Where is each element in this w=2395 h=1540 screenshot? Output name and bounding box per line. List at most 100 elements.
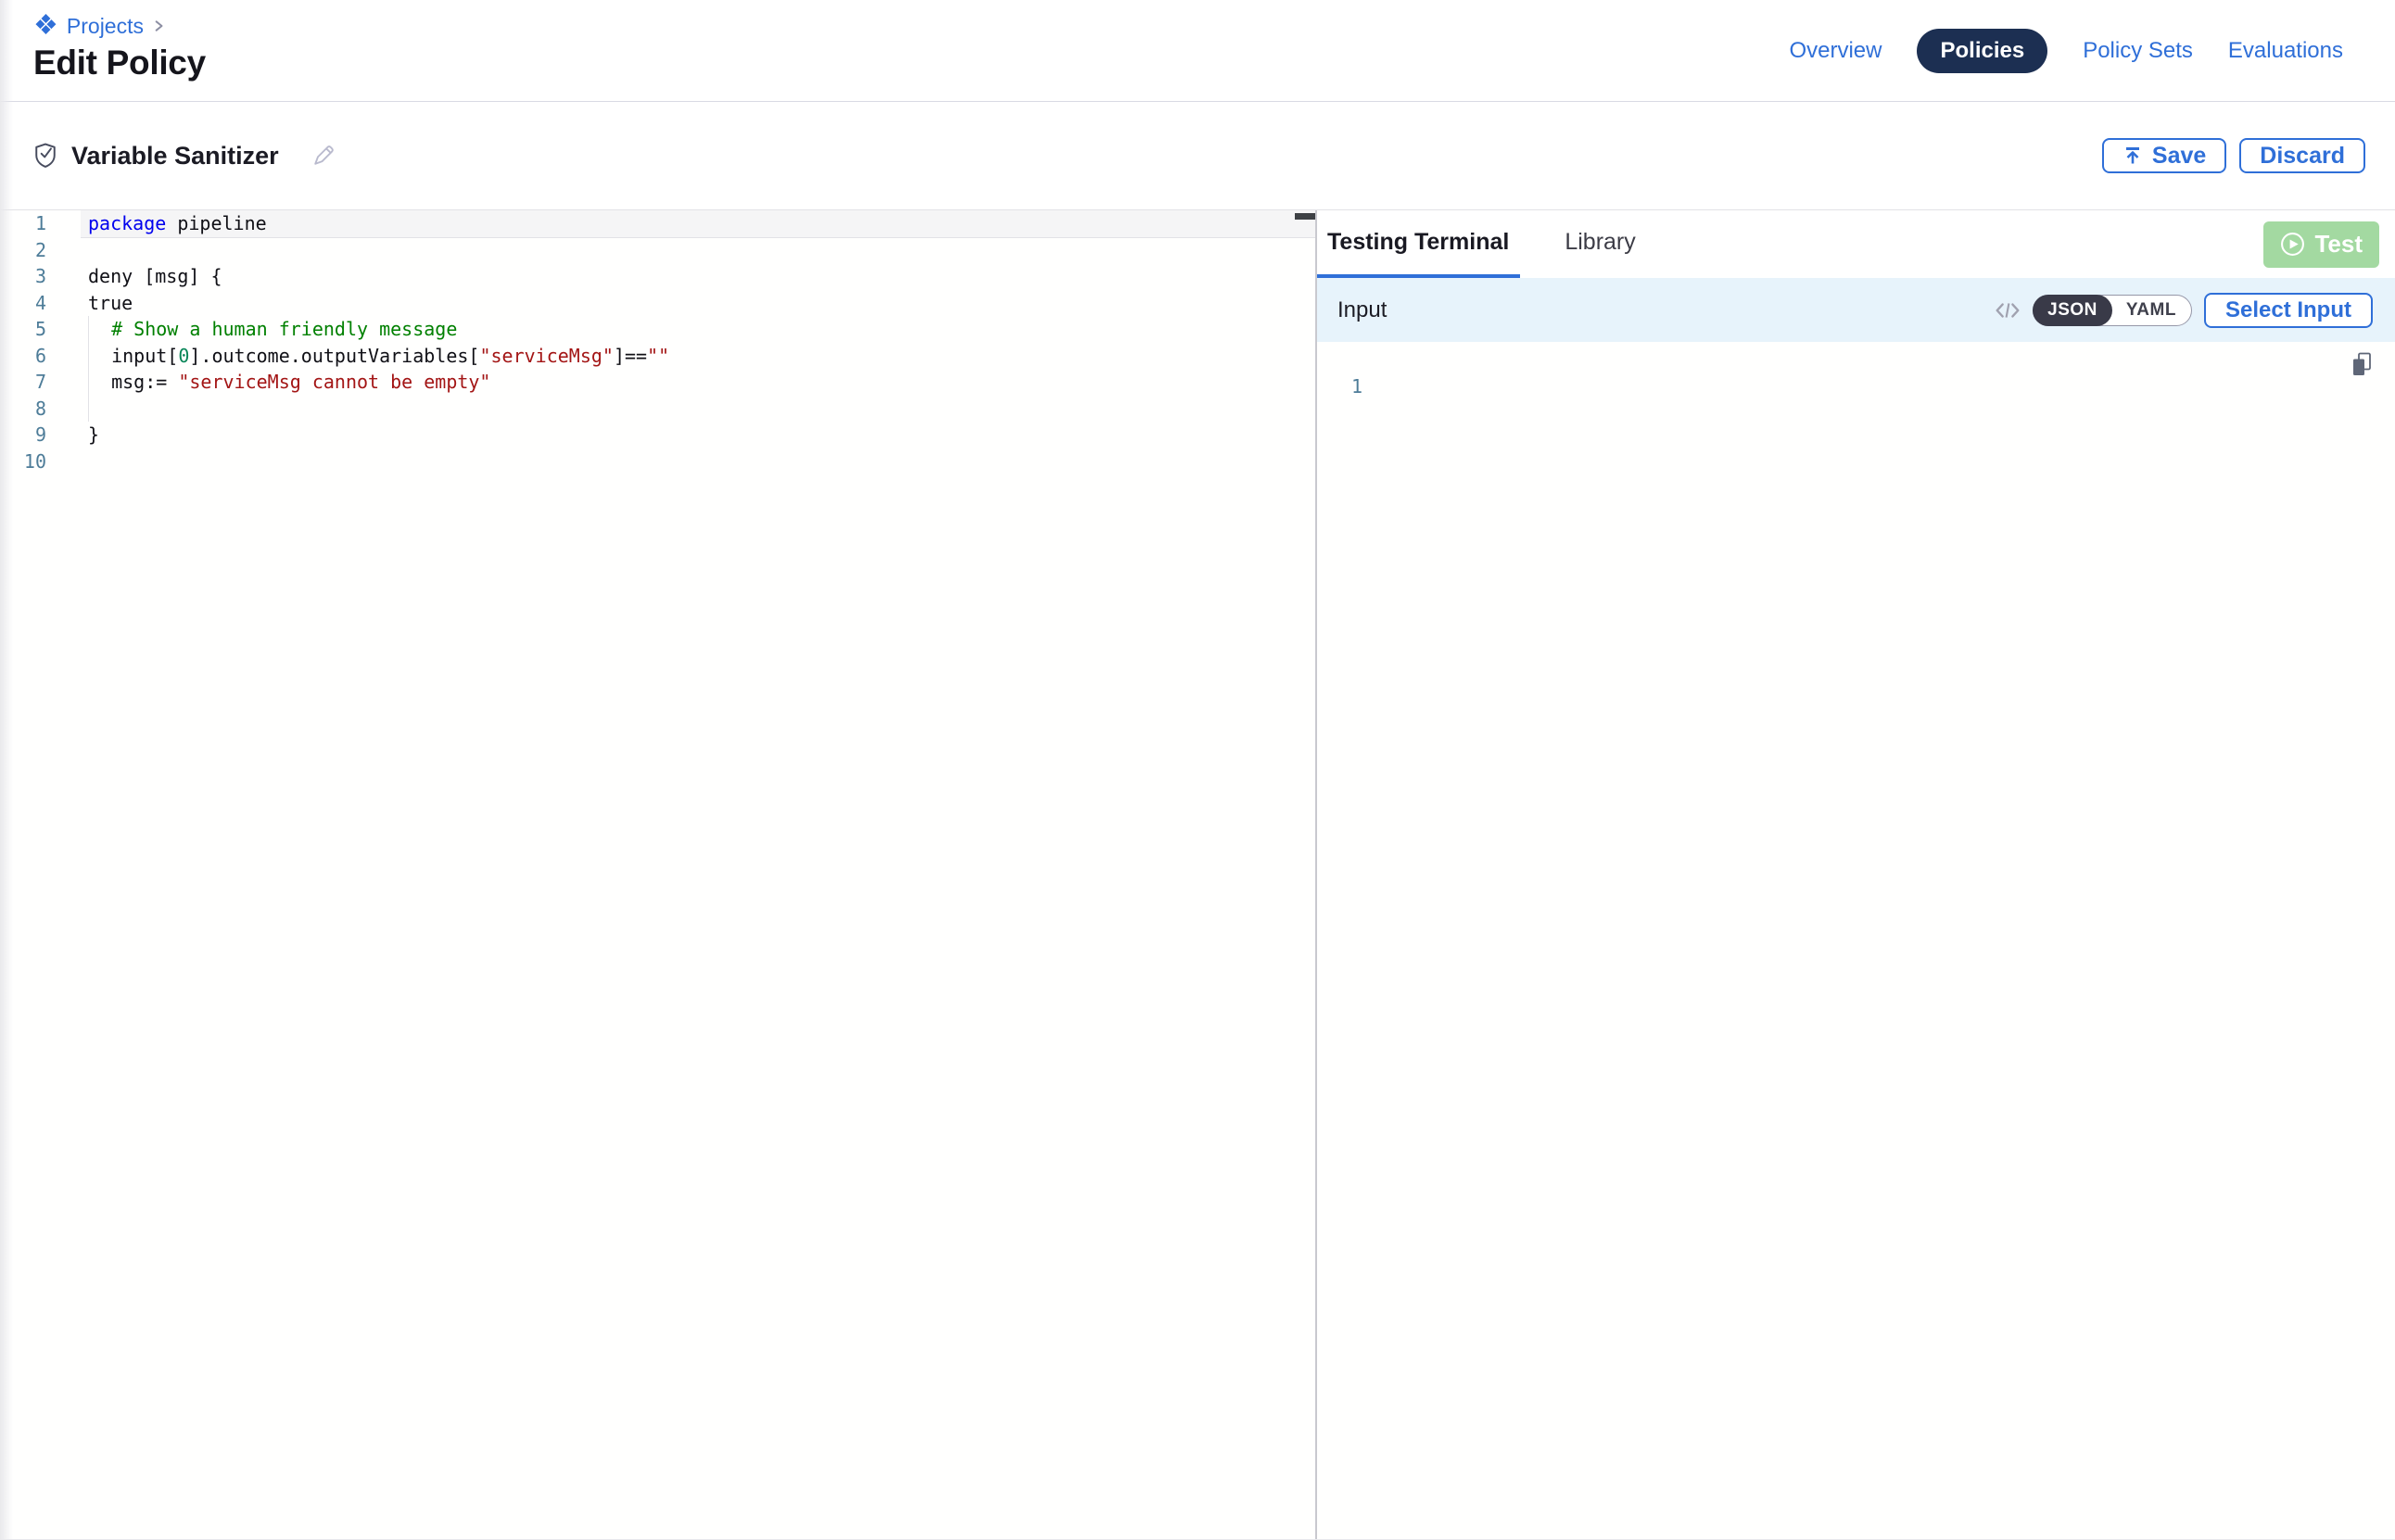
save-button[interactable]: Save	[2102, 138, 2226, 173]
code-token: ]==	[614, 345, 647, 367]
line-number-gutter: 9	[0, 422, 88, 448]
code-token: "serviceMsg"	[479, 345, 614, 367]
code-line-content[interactable]: msg:= "serviceMsg cannot be empty"	[88, 369, 1315, 396]
upload-icon	[2123, 145, 2143, 166]
policy-name: Variable Sanitizer	[71, 142, 279, 170]
scrollbar-cursor-mark	[1295, 213, 1315, 220]
line-number-gutter: 10	[0, 448, 88, 475]
line-number-gutter: 1	[1317, 373, 1362, 400]
code-token: ].outcome.outputVariables[	[189, 345, 479, 367]
tab-policies[interactable]: Policies	[1917, 29, 2047, 73]
chevron-right-icon	[152, 19, 165, 33]
toolbar-actions: Save Discard	[2102, 138, 2365, 173]
policy-code-lines: 1package pipeline23deny [msg] {4true5 # …	[0, 210, 1315, 474]
code-line[interactable]: 1	[1317, 373, 2395, 400]
line-number-gutter: 8	[0, 396, 88, 423]
testing-panel: Testing Terminal Library Test Input	[1317, 210, 2395, 1539]
code-line[interactable]: 7 msg:= "serviceMsg cannot be empty"	[0, 369, 1315, 396]
code-token: pipeline	[166, 212, 266, 234]
save-button-label: Save	[2152, 143, 2206, 170]
line-number: 4	[0, 290, 46, 317]
policy-code-editor[interactable]: 1package pipeline23deny [msg] {4true5 # …	[0, 210, 1315, 1539]
code-token: # Show a human friendly message	[111, 318, 457, 340]
select-input-button[interactable]: Select Input	[2204, 293, 2373, 328]
code-line[interactable]: 4 true	[0, 290, 1315, 317]
code-token: msg:=	[89, 371, 178, 393]
code-line[interactable]: 2	[0, 237, 1315, 264]
code-line[interactable]: 9}	[0, 422, 1315, 448]
input-editor[interactable]: 1	[1317, 342, 2395, 1539]
code-token: package	[88, 212, 166, 234]
code-line[interactable]: 1 package pipeline	[0, 210, 1315, 237]
code-token: true	[88, 292, 133, 314]
line-number-gutter: 1	[0, 210, 88, 237]
input-bar: Input JSON YAML Select Input	[1317, 278, 2395, 342]
format-toggle[interactable]: JSON YAML	[2033, 295, 2192, 326]
line-number-gutter: 6	[0, 343, 88, 370]
code-line-content[interactable]: deny [msg] {	[88, 263, 1315, 290]
discard-button[interactable]: Discard	[2239, 138, 2365, 173]
tab-overview[interactable]: Overview	[1789, 38, 1882, 64]
code-brackets-icon[interactable]	[1995, 298, 2021, 322]
code-line-content[interactable]: input[0].outcome.outputVariables["servic…	[88, 343, 1315, 370]
input-bar-actions: JSON YAML Select Input	[1995, 293, 2373, 328]
code-line-content[interactable]: # Show a human friendly message	[88, 316, 1315, 343]
tab-policy-sets[interactable]: Policy Sets	[2083, 38, 2193, 64]
code-token: "serviceMsg cannot be empty"	[178, 371, 490, 393]
edit-policy-page: ❖ Projects Edit Policy Overview Policies…	[0, 0, 2395, 1540]
line-number: 1	[1317, 373, 1362, 400]
code-line[interactable]: 8	[0, 396, 1315, 423]
line-number: 6	[0, 343, 46, 370]
line-number: 2	[0, 237, 46, 264]
policy-toolbar: Variable Sanitizer Save Discard	[0, 102, 2395, 209]
code-line[interactable]: 10	[0, 448, 1315, 475]
discard-button-label: Discard	[2260, 143, 2345, 170]
code-token: ""	[647, 345, 669, 367]
line-number: 3	[0, 263, 46, 290]
copy-icon[interactable]	[2351, 351, 2373, 383]
workspace: 1package pipeline23deny [msg] {4true5 # …	[0, 209, 2395, 1540]
input-label: Input	[1337, 297, 1387, 323]
play-icon	[2280, 232, 2305, 257]
line-number: 5	[0, 316, 46, 343]
code-token	[89, 318, 111, 340]
tab-testing-terminal[interactable]: Testing Terminal	[1317, 210, 1520, 278]
test-button-label: Test	[2314, 230, 2363, 259]
format-option-json[interactable]: JSON	[2033, 295, 2112, 326]
code-line[interactable]: 5 # Show a human friendly message	[0, 316, 1315, 343]
line-number: 9	[0, 422, 46, 448]
code-line[interactable]: 3 deny [msg] {	[0, 263, 1315, 290]
top-nav: Overview Policies Policy Sets Evaluation…	[1789, 0, 2343, 102]
code-token: deny [msg] {	[88, 265, 222, 287]
code-line-content[interactable]	[88, 448, 1315, 475]
tab-library[interactable]: Library	[1565, 210, 1635, 278]
code-token: 0	[178, 345, 189, 367]
line-number-gutter: 4	[0, 290, 88, 317]
shield-check-icon	[33, 142, 57, 170]
code-line-content[interactable]: }	[88, 422, 1315, 448]
projects-icon: ❖	[33, 14, 58, 38]
code-line-content[interactable]	[88, 237, 1315, 264]
input-editor-lines: 1	[1317, 373, 2395, 400]
code-token: }	[88, 423, 99, 446]
line-number-gutter: 5	[0, 316, 88, 343]
line-number-gutter: 7	[0, 369, 88, 396]
tab-evaluations[interactable]: Evaluations	[2228, 38, 2343, 64]
code-line[interactable]: 6 input[0].outcome.outputVariables["serv…	[0, 343, 1315, 370]
breadcrumb-projects-link[interactable]: Projects	[67, 14, 144, 39]
line-number: 10	[0, 448, 46, 475]
line-number: 8	[0, 396, 46, 423]
code-token: input[	[89, 345, 178, 367]
format-option-yaml[interactable]: YAML	[2111, 295, 2191, 326]
test-button[interactable]: Test	[2263, 221, 2379, 268]
line-number-gutter: 3	[0, 263, 88, 290]
edit-pencil-icon[interactable]	[310, 143, 336, 169]
code-line-content[interactable]	[1362, 373, 2395, 400]
page-header: ❖ Projects Edit Policy Overview Policies…	[0, 0, 2395, 102]
line-number: 7	[0, 369, 46, 396]
code-line-content[interactable]: true	[88, 290, 1315, 317]
code-line-content[interactable]: package pipeline	[81, 210, 1315, 237]
testing-panel-tabs: Testing Terminal Library Test	[1317, 210, 2395, 278]
line-number: 1	[0, 210, 46, 237]
code-line-content[interactable]	[88, 396, 1315, 423]
